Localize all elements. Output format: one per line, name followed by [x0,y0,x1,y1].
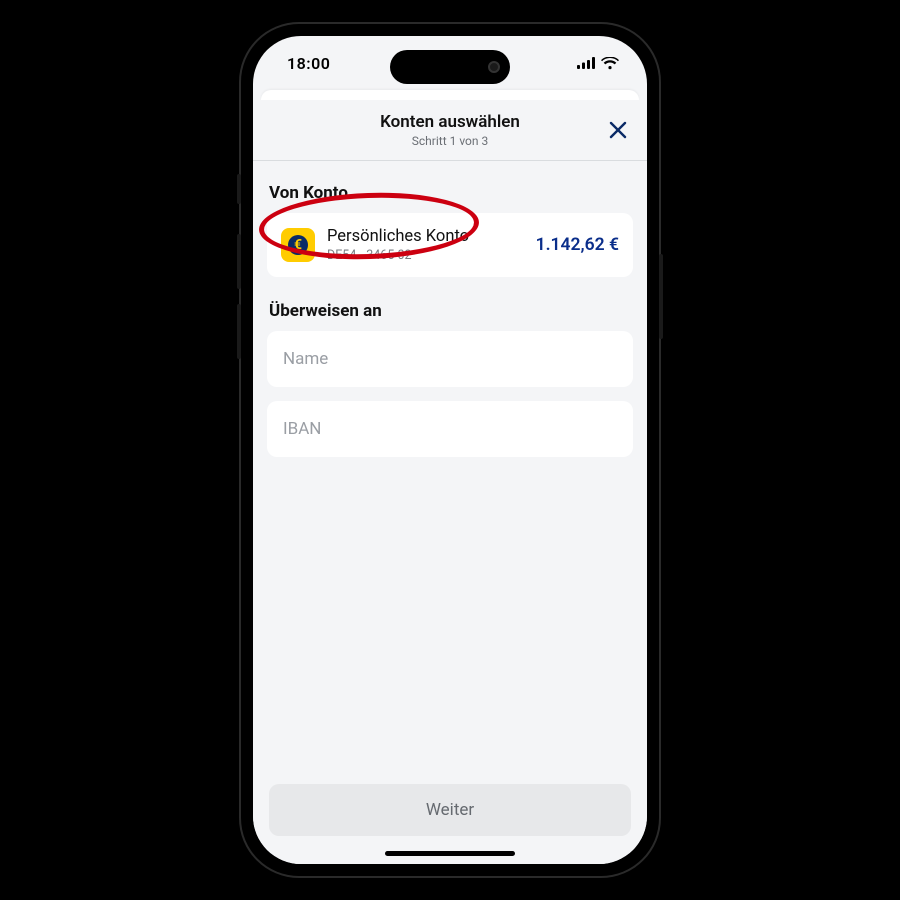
from-account-card[interactable]: € Persönliches Konto DE54...3465 02 1.14… [267,213,633,277]
phone-side-button [237,304,241,359]
phone-side-button [659,254,663,339]
status-time: 18:00 [287,54,330,73]
account-icon: € [281,228,315,262]
status-bar: 18:00 [253,36,647,90]
continue-button-label: Weiter [426,800,474,820]
home-indicator[interactable] [385,851,515,856]
account-text-group: Persönliches Konto DE54...3465 02 [327,227,524,263]
from-account-label: Von Konto [269,183,631,203]
step-indicator: Schritt 1 von 3 [269,134,631,148]
phone-side-button [237,234,241,289]
recipient-name-placeholder: Name [283,349,328,369]
recipient-iban-placeholder: IBAN [283,419,321,439]
recipient-iban-input[interactable]: IBAN [267,401,633,457]
page-title: Konten auswählen [269,112,631,132]
close-button[interactable] [603,115,633,145]
content-area: Von Konto € Persönliches Konto DE54...34… [253,161,647,772]
continue-button[interactable]: Weiter [269,784,631,836]
recipient-name-input[interactable]: Name [267,331,633,387]
account-balance: 1.142,62 € [536,235,619,255]
dynamic-island [390,50,510,84]
phone-screen: 18:00 [253,36,647,864]
phone-side-button [237,174,241,204]
camera-icon [488,61,500,73]
background-sheet [261,90,639,100]
phone-frame: 18:00 [241,24,659,876]
wifi-icon [601,57,619,70]
header-title-group: Konten auswählen Schritt 1 von 3 [269,112,631,148]
status-right [577,57,619,70]
account-name: Persönliches Konto [327,227,524,246]
account-iban-masked: DE54...3465 02 [327,248,524,263]
cellular-signal-icon [577,57,595,69]
transfer-to-label: Überweisen an [269,301,631,321]
close-icon [608,120,628,140]
sheet-header: Konten auswählen Schritt 1 von 3 [253,100,647,161]
euro-icon: € [288,235,308,255]
